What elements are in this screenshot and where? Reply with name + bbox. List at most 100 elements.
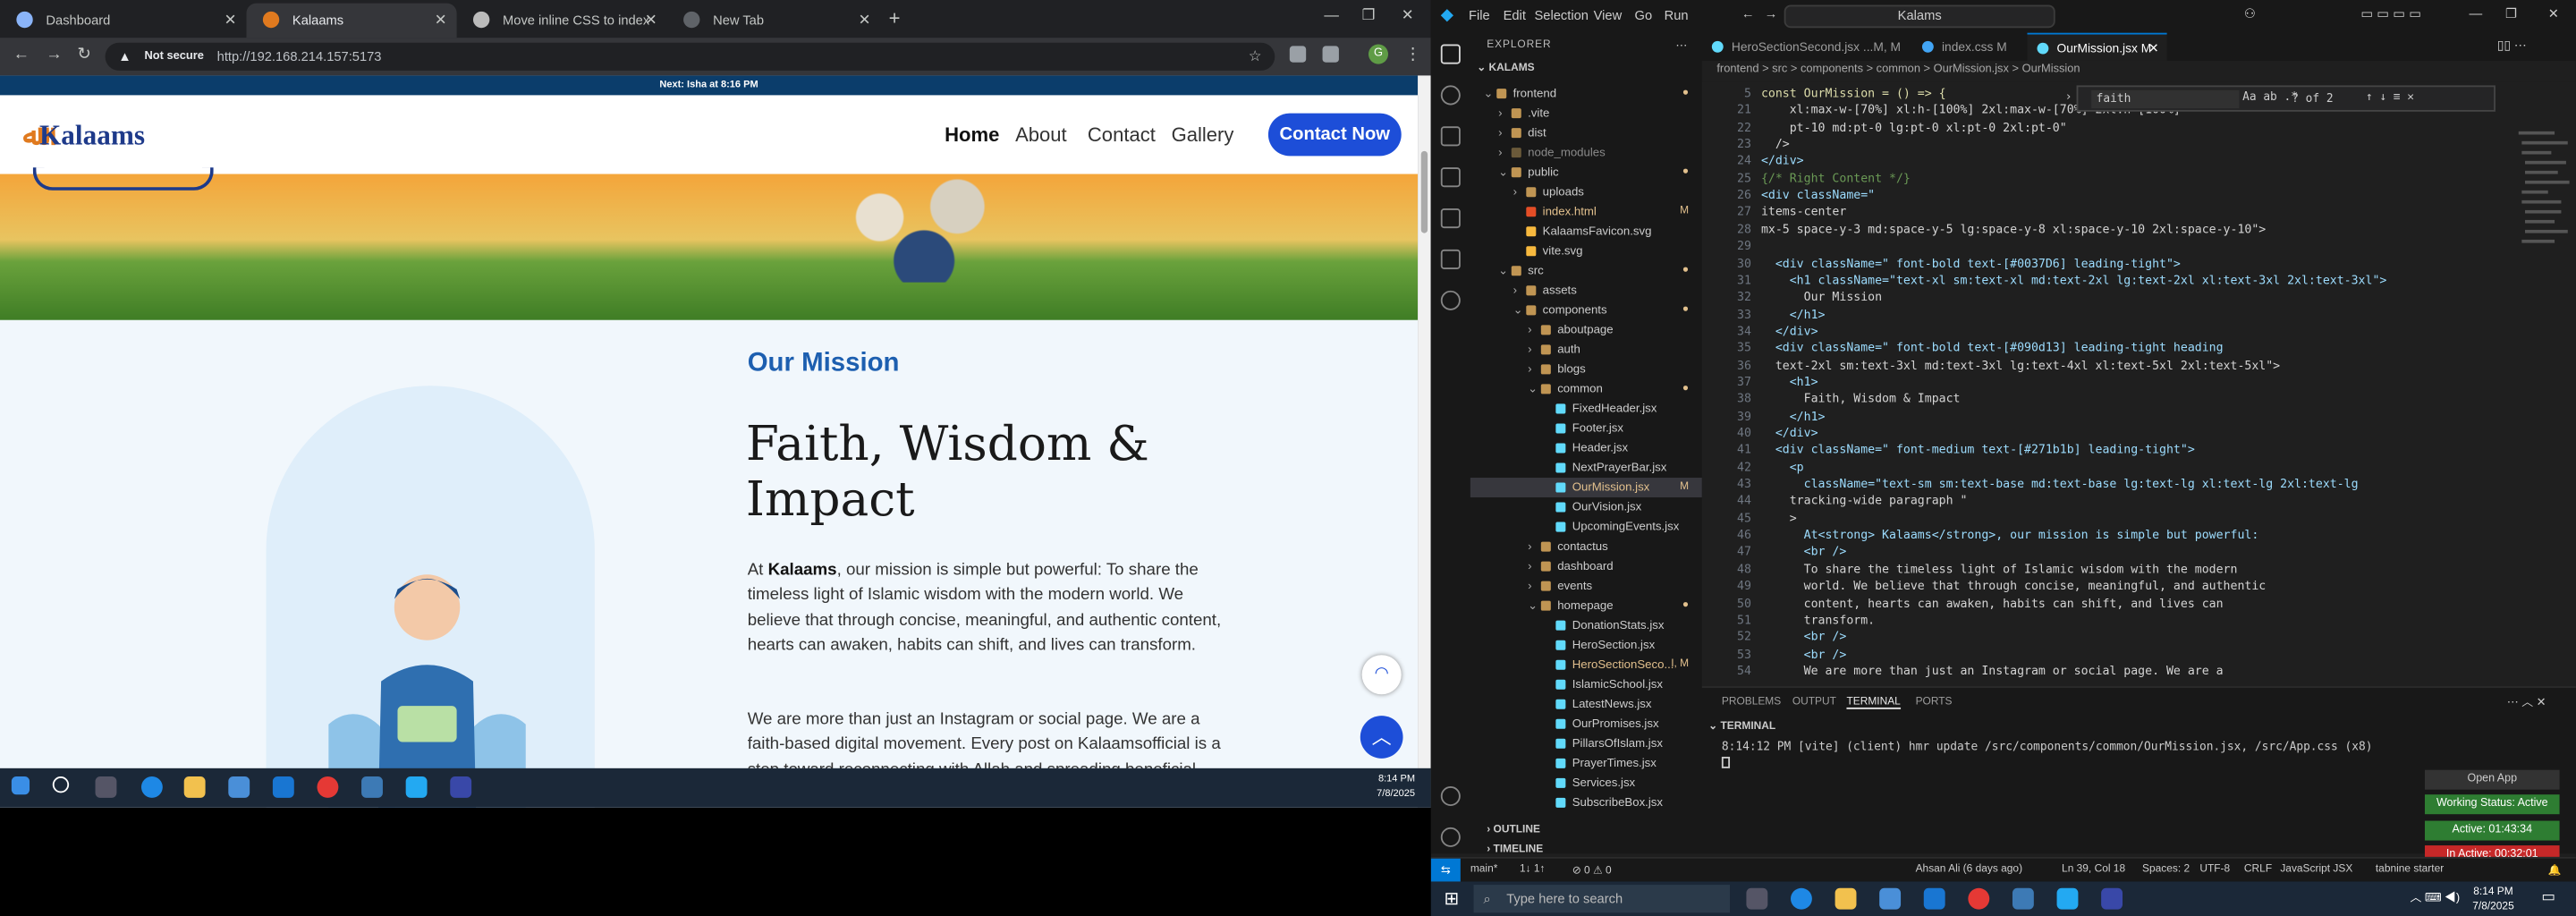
tree-item[interactable]: PillarsOfIslam.jsx bbox=[1470, 734, 1702, 753]
panel-actions-icons[interactable]: ⋯ ︿ ✕ bbox=[2507, 694, 2546, 710]
menu-dots-icon[interactable]: ⋮ bbox=[1404, 46, 1420, 64]
forward-icon[interactable]: → bbox=[46, 46, 62, 64]
bookmark-star-icon[interactable]: ☆ bbox=[1249, 47, 1262, 65]
tab-ourmission[interactable]: OurMission.jsx M ✕ bbox=[2027, 32, 2167, 63]
code-line[interactable]: world. We believe that through concise, … bbox=[1761, 578, 2267, 593]
tree-item[interactable]: › uploads bbox=[1470, 182, 1702, 202]
action-center-icon[interactable]: ▭ bbox=[2541, 888, 2555, 906]
profile-avatar[interactable]: G bbox=[1368, 44, 1389, 64]
tree-item[interactable]: index.html M bbox=[1470, 202, 1702, 222]
toggle-replace-icon[interactable]: › bbox=[2065, 90, 2072, 104]
store-icon[interactable] bbox=[228, 776, 250, 798]
code-line[interactable]: To share the timeless light of Islamic w… bbox=[1761, 561, 2238, 576]
code-line[interactable]: <div className=" bbox=[1761, 187, 1875, 202]
tree-item[interactable]: › auth bbox=[1470, 340, 1702, 360]
nav-contact[interactable]: Contact bbox=[1088, 123, 1156, 147]
address-bar[interactable]: ▲ Not secure http://192.168.214.157:5173… bbox=[105, 42, 1275, 71]
tree-item[interactable]: LatestNews.jsx bbox=[1470, 694, 1702, 714]
menu-edit[interactable]: Edit bbox=[1504, 8, 1526, 23]
minimize-icon[interactable]: — bbox=[2470, 6, 2483, 21]
code-line[interactable]: <p bbox=[1761, 459, 1804, 474]
command-center[interactable]: Kalams bbox=[1784, 4, 2055, 29]
vscode-icon[interactable] bbox=[405, 776, 428, 798]
edge-icon[interactable] bbox=[1791, 887, 1812, 910]
reload-icon[interactable]: ↻ bbox=[77, 46, 90, 64]
tree-item[interactable]: SubscribeBox.jsx bbox=[1470, 793, 1702, 812]
breadcrumb[interactable]: frontend > src > components > common > O… bbox=[1716, 64, 2080, 76]
tree-item[interactable]: › contactus bbox=[1470, 537, 1702, 556]
code-line[interactable]: {/* Right Content */} bbox=[1761, 170, 1911, 185]
language-mode[interactable]: JavaScript JSX bbox=[2280, 863, 2352, 875]
back-icon[interactable]: ← bbox=[13, 46, 30, 64]
nav-home[interactable]: Home bbox=[945, 123, 999, 147]
code-line[interactable]: <h1> bbox=[1761, 374, 1818, 389]
code-line[interactable]: <div className=" font-medium text-[#271b… bbox=[1761, 442, 2195, 457]
clock[interactable]: 8:14 PM 7/8/2025 bbox=[2472, 885, 2513, 914]
search-icon[interactable] bbox=[1440, 85, 1461, 106]
tree-item[interactable]: OurVision.jsx bbox=[1470, 497, 1702, 517]
tree-item[interactable]: DonationStats.jsx bbox=[1470, 615, 1702, 635]
code-line[interactable]: <div className=" font-bold text-[#090d13… bbox=[1761, 340, 2224, 355]
tab-herosectionsecond[interactable]: HeroSectionSecond.jsx ...M, M bbox=[1702, 33, 1912, 61]
app-icon[interactable] bbox=[2012, 887, 2034, 910]
mail-icon[interactable] bbox=[272, 776, 294, 798]
chrome-icon[interactable] bbox=[1968, 887, 1990, 910]
tree-item[interactable]: Header.jsx bbox=[1470, 438, 1702, 458]
remote-explorer-icon[interactable] bbox=[1440, 249, 1461, 269]
git-branch[interactable]: main* bbox=[1470, 863, 1498, 875]
task-view-icon[interactable] bbox=[1746, 887, 1768, 910]
tab-kalaams[interactable]: Kalaams ✕ bbox=[246, 3, 457, 38]
tree-item[interactable]: › aboutpage bbox=[1470, 320, 1702, 340]
contact-now-button[interactable]: Contact Now bbox=[1267, 113, 1402, 157]
tree-item[interactable]: ⌄ homepage ● bbox=[1470, 596, 1702, 615]
zoom-icon[interactable] bbox=[450, 776, 472, 798]
chrome-icon[interactable] bbox=[317, 776, 339, 798]
tree-item[interactable]: FixedHeader.jsx bbox=[1470, 399, 1702, 419]
tree-item[interactable]: ⌄ components ● bbox=[1470, 301, 1702, 320]
find-options-icons[interactable]: Aa ab .* bbox=[2242, 90, 2298, 104]
tree-item[interactable]: ⌄ frontend ● bbox=[1470, 84, 1702, 104]
tree-item[interactable]: › dist bbox=[1470, 123, 1702, 143]
tree-item[interactable]: HeroSection.jsx bbox=[1470, 635, 1702, 655]
code-line[interactable]: At<strong> Kalaams</strong>, our mission… bbox=[1761, 527, 2259, 542]
run-debug-icon[interactable] bbox=[1440, 167, 1461, 188]
kalaams-logo[interactable]: ﷲKalaams bbox=[23, 118, 145, 153]
tailwind-icon[interactable] bbox=[1440, 290, 1461, 310]
edge-icon[interactable] bbox=[140, 776, 163, 798]
puzzle-icon[interactable] bbox=[1322, 46, 1339, 63]
scroll-indicator-button[interactable]: ◠ bbox=[1361, 655, 1402, 695]
hero-button-partial[interactable] bbox=[32, 167, 214, 191]
store-icon[interactable] bbox=[1879, 887, 1902, 910]
split-editor-icon[interactable]: ▯▯ ⋯ bbox=[2497, 38, 2527, 53]
outline-section[interactable]: › OUTLINE bbox=[1470, 821, 1702, 841]
tree-item[interactable]: HeroSectionSeco... I, M bbox=[1470, 655, 1702, 674]
code-line[interactable]: <h1 className="text-xl sm:text-xl md:tex… bbox=[1761, 272, 2387, 287]
url-text[interactable]: http://192.168.214.157:5173 bbox=[217, 49, 382, 64]
code-line[interactable]: </div> bbox=[1761, 323, 1818, 338]
close-tab-icon[interactable]: ✕ bbox=[2148, 35, 2159, 63]
remote-indicator-icon[interactable]: ⇆ bbox=[1430, 858, 1461, 882]
code-line[interactable]: </h1> bbox=[1761, 306, 1826, 321]
tree-item[interactable]: › assets bbox=[1470, 281, 1702, 301]
tabnine-status[interactable]: tabnine starter bbox=[2376, 863, 2444, 875]
windows-start-icon[interactable]: ⊞ bbox=[1444, 888, 1459, 910]
tree-item[interactable]: OurPromises.jsx bbox=[1470, 714, 1702, 734]
close-window-icon[interactable]: ✕ bbox=[1402, 6, 1414, 24]
line-ending[interactable]: CRLF bbox=[2244, 863, 2272, 875]
tree-item[interactable]: › node_modules bbox=[1470, 143, 1702, 163]
mail-icon[interactable] bbox=[1923, 887, 1945, 910]
git-sync[interactable]: 1↓ 1↑ bbox=[1520, 863, 1546, 875]
code-line[interactable]: Our Mission bbox=[1761, 289, 1882, 304]
problems-count[interactable]: ⊘ 0 ⚠ 0 bbox=[1572, 863, 1612, 877]
code-line[interactable]: </div> bbox=[1761, 153, 1804, 168]
tree-item[interactable]: NextPrayerBar.jsx bbox=[1470, 458, 1702, 478]
task-view-icon[interactable] bbox=[95, 776, 117, 798]
tree-item[interactable]: IslamicSchool.jsx bbox=[1470, 674, 1702, 694]
nav-gallery[interactable]: Gallery bbox=[1172, 123, 1234, 147]
tab-terminal[interactable]: TERMINAL bbox=[1846, 696, 1901, 709]
zoom-icon[interactable] bbox=[2101, 887, 2123, 910]
tree-item[interactable]: ⌄ public ● bbox=[1470, 163, 1702, 182]
clock[interactable]: 8:14 PM 7/8/2025 bbox=[1377, 773, 1415, 802]
code-line[interactable]: > bbox=[1761, 510, 1797, 525]
forward-nav-icon[interactable]: → bbox=[1765, 6, 1778, 21]
